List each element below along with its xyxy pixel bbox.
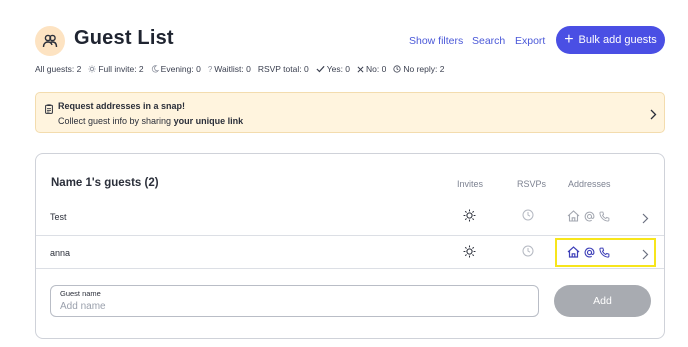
stat-waitlist: ? Waitlist: 0 (208, 64, 251, 74)
search-link[interactable]: Search (472, 35, 505, 47)
banner-text: Collect guest info by sharing your uniqu… (58, 116, 243, 126)
show-filters-link[interactable]: Show filters (409, 35, 463, 47)
home-icon[interactable] (567, 245, 580, 263)
clock-icon (393, 65, 401, 73)
chevron-right-icon (650, 107, 657, 125)
phone-icon[interactable] (599, 209, 610, 227)
stat-no: No: 0 (357, 64, 386, 74)
cross-icon (357, 66, 364, 73)
guest-name-input[interactable] (60, 299, 530, 313)
guest-name-field[interactable]: Guest name (50, 285, 539, 317)
stat-no-reply: No reply: 2 (393, 64, 444, 74)
request-addresses-banner[interactable]: Request addresses in a snap! Collect gue… (35, 92, 665, 133)
stat-rsvp-total-label: RSVP total: 0 (257, 64, 309, 74)
sun-icon (88, 65, 96, 73)
stat-no-label: No: 0 (366, 64, 387, 74)
chevron-right-icon[interactable] (642, 211, 649, 229)
stat-all-guests-label: All guests: 2 (35, 64, 82, 74)
email-icon[interactable] (584, 245, 595, 263)
column-invites: Invites (457, 179, 484, 189)
stat-yes: Yes: 0 (316, 64, 350, 74)
stat-evening-label: Evening: 0 (160, 64, 201, 74)
clock-icon[interactable] (522, 209, 534, 221)
stat-no-reply-label: No reply: 2 (403, 64, 445, 74)
people-icon (35, 26, 65, 56)
email-icon[interactable] (584, 209, 595, 227)
stat-evening: Evening: 0 (151, 64, 201, 74)
guest-row[interactable]: Test (36, 200, 664, 234)
address-icons[interactable] (567, 209, 610, 227)
guest-name-label: Guest name (60, 289, 101, 298)
stat-all-guests: All guests: 2 (35, 64, 81, 74)
stat-waitlist-label: Waitlist: 0 (214, 64, 251, 74)
banner-text-body: Collect guest info by sharing (58, 116, 172, 126)
group-title: Name 1's guests (2) (51, 177, 159, 189)
question-icon: ? (207, 64, 213, 74)
guest-name: anna (50, 248, 71, 258)
guest-name: Test (50, 212, 67, 222)
sun-icon[interactable] (463, 245, 476, 258)
column-rsvps: RSVPs (517, 179, 547, 189)
guest-row[interactable]: anna (36, 235, 664, 269)
export-link[interactable]: Export (515, 35, 545, 47)
chevron-right-icon[interactable] (642, 247, 649, 265)
clock-icon[interactable] (522, 245, 534, 257)
guest-group-card: Name 1's guests (2) Invites RSVPs Addres… (35, 153, 665, 339)
phone-icon[interactable] (599, 245, 610, 263)
address-icons[interactable] (567, 245, 610, 263)
guest-stats: All guests: 2 Full invite: 2 Evening: 0 … (35, 64, 451, 74)
column-addresses: Addresses (568, 179, 611, 189)
plus-icon: + (564, 31, 574, 48)
home-icon[interactable] (567, 209, 580, 227)
sun-icon[interactable] (463, 209, 476, 222)
unique-link[interactable]: your unique link (174, 116, 244, 126)
moon-icon (151, 65, 159, 73)
stat-full-invite: Full invite: 2 (88, 64, 144, 74)
bulk-add-label: Bulk add guests (578, 34, 657, 46)
bulk-add-guests-button[interactable]: + Bulk add guests (556, 26, 665, 54)
page-header: Guest List Show filters Search Export + … (35, 26, 665, 58)
stat-rsvp-total: RSVP total: 0 (258, 64, 309, 74)
stat-full-invite-label: Full invite: 2 (98, 64, 144, 74)
page-title: Guest List (74, 27, 174, 49)
banner-title: Request addresses in a snap! (58, 101, 186, 111)
add-guest-button[interactable]: Add (554, 285, 651, 317)
clipboard-icon (45, 101, 53, 114)
stat-yes-label: Yes: 0 (326, 64, 351, 74)
check-icon (316, 65, 325, 73)
